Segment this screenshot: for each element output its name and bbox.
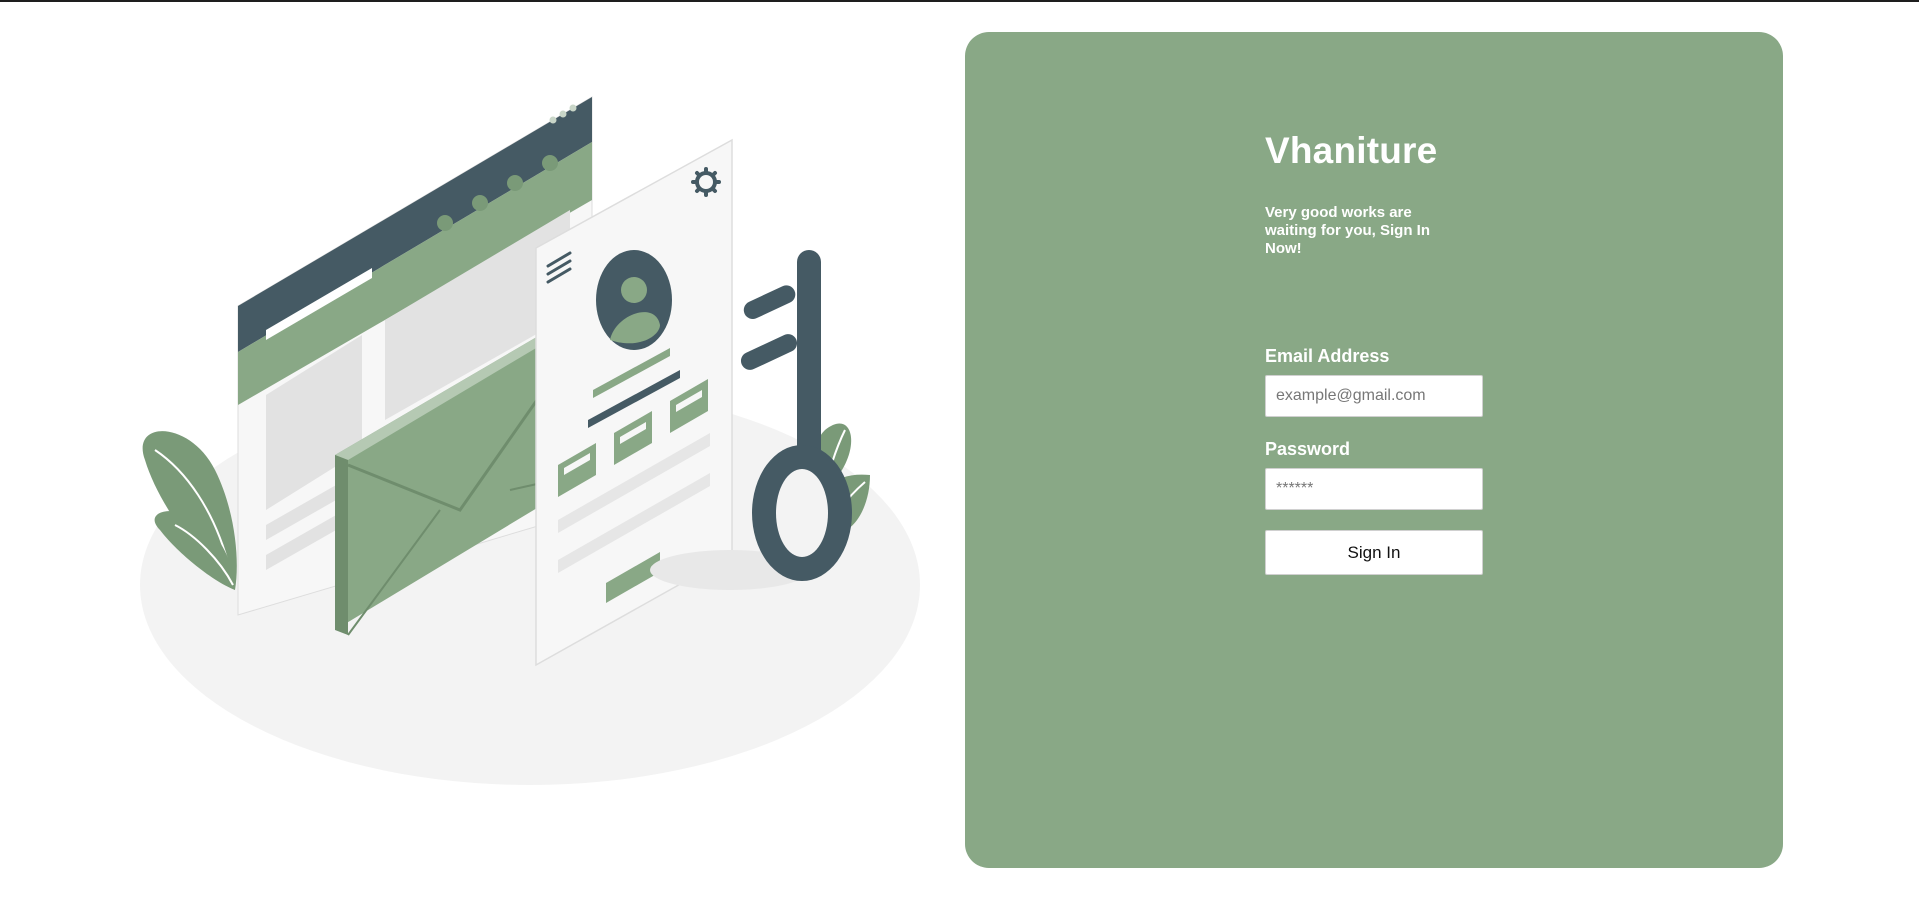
signin-form: Vhaniture Very good works are waiting fo… [1265, 132, 1485, 575]
login-illustration [130, 90, 950, 800]
login-illustration-svg [140, 96, 920, 785]
email-label: Email Address [1265, 346, 1390, 366]
password-label: Password [1265, 439, 1351, 459]
signin-panel: Vhaniture Very good works are waiting fo… [965, 32, 1783, 868]
password-field[interactable] [1265, 468, 1483, 510]
top-border [0, 0, 1919, 2]
signin-button[interactable]: Sign In [1265, 530, 1483, 575]
email-field[interactable] [1265, 375, 1483, 417]
tagline: Very good works are waiting for you, Sig… [1265, 204, 1430, 257]
brand-title: Vhaniture [1265, 130, 1438, 171]
